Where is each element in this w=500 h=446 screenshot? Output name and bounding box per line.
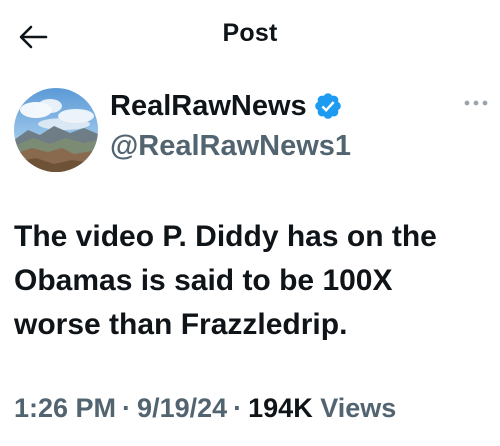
avatar-image bbox=[14, 88, 98, 172]
page-title: Post bbox=[222, 19, 278, 47]
separator: · bbox=[122, 393, 132, 423]
more-options-button[interactable] bbox=[462, 94, 490, 112]
views-label: Views bbox=[320, 393, 397, 423]
verified-badge-icon[interactable] bbox=[313, 91, 343, 121]
user-handle[interactable]: @RealRawNews1 bbox=[110, 128, 351, 164]
post-metadata: 1:26 PM · 9/19/24 · 194K Views bbox=[14, 391, 396, 425]
more-horizontal-icon bbox=[464, 100, 488, 106]
top-bar: Post bbox=[0, 0, 500, 70]
views-count[interactable]: 194K bbox=[248, 393, 313, 423]
post-author: RealRawNews @RealRawNews1 bbox=[0, 86, 500, 176]
display-name-row: RealRawNews bbox=[110, 88, 343, 124]
post-time[interactable]: 1:26 PM bbox=[14, 393, 116, 423]
post-text: The video P. Diddy has on the Obamas is … bbox=[14, 220, 437, 341]
avatar[interactable] bbox=[14, 88, 98, 172]
display-name[interactable]: RealRawNews bbox=[110, 88, 307, 124]
post-date[interactable]: 9/19/24 bbox=[137, 393, 227, 423]
separator: · bbox=[233, 393, 243, 423]
